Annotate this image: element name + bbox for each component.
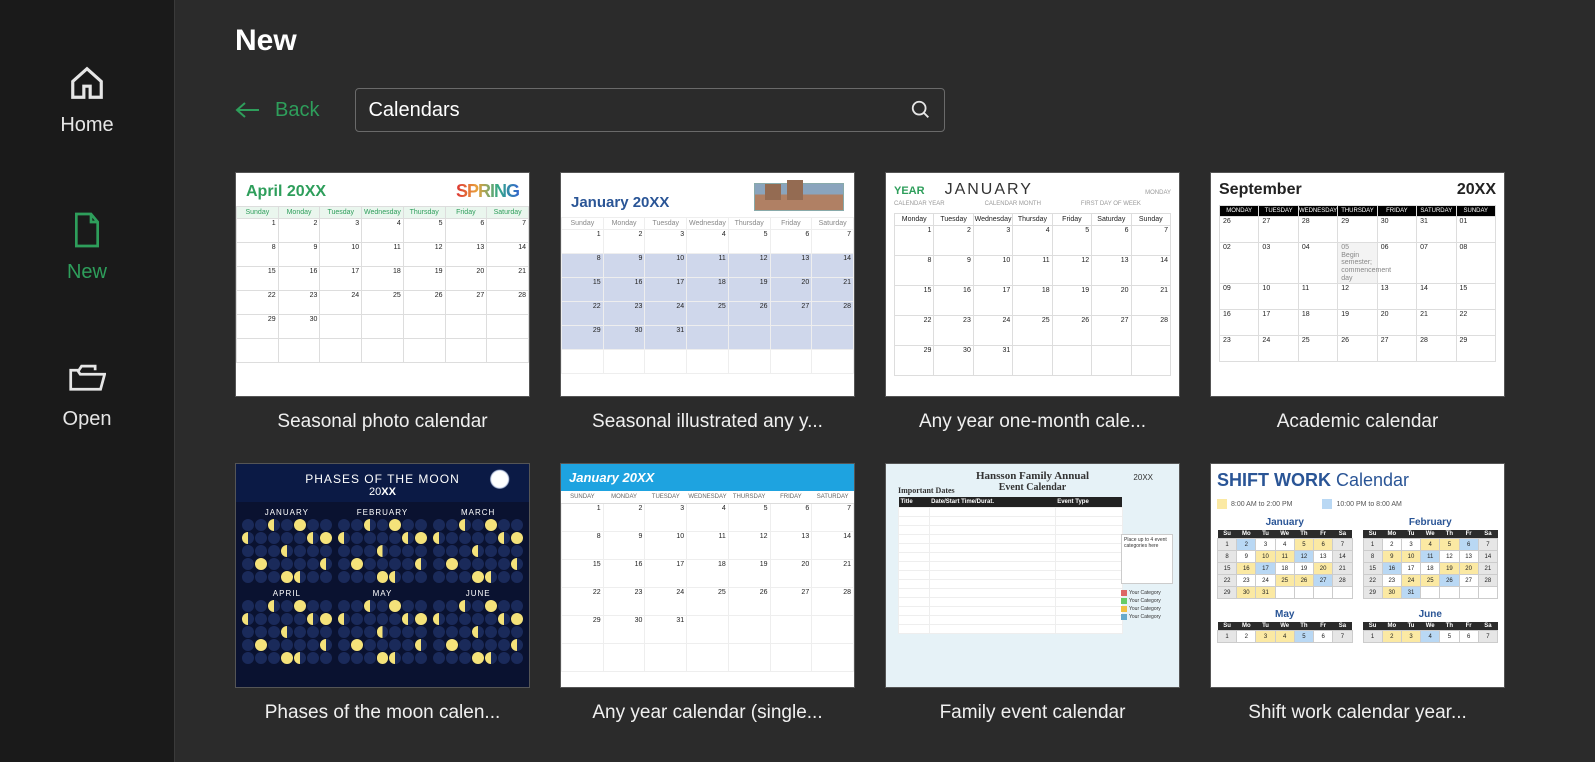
nav-open[interactable]: Open (0, 334, 174, 481)
back-label: Back (275, 99, 319, 122)
template-grid: April 20XX SPRING SundayMondayTuesdayWed… (235, 172, 1555, 724)
template-seasonal-illustrated[interactable]: January 20XX SundayMondayTuesdayWednesda… (560, 172, 855, 433)
town-illustration-icon (754, 183, 844, 211)
template-label: Any year one-month cale... (885, 411, 1180, 433)
sidebar: Home New Open (0, 0, 175, 762)
template-thumbnail: YEAR JANUARY MONDAY CALENDAR YEAR CALEND… (885, 172, 1180, 397)
template-any-year-one-month[interactable]: YEAR JANUARY MONDAY CALENDAR YEAR CALEND… (885, 172, 1180, 433)
template-label: Family event calendar (885, 702, 1180, 724)
template-academic[interactable]: September 20XX MONDAYTUESDAYWEDNESDAYTHU… (1210, 172, 1505, 433)
main-content: New Back (175, 0, 1595, 762)
page-title: New (235, 24, 1555, 58)
template-label: Any year calendar (single... (560, 702, 855, 724)
search-icon (910, 99, 932, 121)
template-thumbnail: January 20XX SundayMondayTuesdayWednesda… (560, 172, 855, 397)
nav-label: Home (60, 114, 113, 137)
template-thumbnail: September 20XX MONDAYTUESDAYWEDNESDAYTHU… (1210, 172, 1505, 397)
template-family-event[interactable]: Hansson Family Annual Event Calendar 20X… (885, 463, 1180, 724)
search-box (355, 88, 945, 132)
document-icon (68, 211, 106, 249)
nav-label: Open (63, 408, 112, 431)
back-button[interactable]: Back (235, 99, 319, 122)
template-shift-work[interactable]: SHIFT WORK Calendar 8:00 AM to 2:00 PM10… (1210, 463, 1505, 724)
template-label: Seasonal illustrated any y... (560, 411, 855, 433)
search-button[interactable] (910, 99, 932, 121)
nav-label: New (67, 261, 107, 284)
search-input[interactable] (368, 99, 910, 122)
arrow-left-icon (235, 101, 261, 119)
home-icon (68, 64, 106, 102)
template-label: Seasonal photo calendar (235, 411, 530, 433)
template-thumbnail: Hansson Family Annual Event Calendar 20X… (885, 463, 1180, 688)
template-any-year-single[interactable]: January 20XX SUNDAYMONDAYTUESDAYWEDNESDA… (560, 463, 855, 724)
template-phases-moon[interactable]: PHASES OF THE MOON 20XX JANUARYFEBRUARYM… (235, 463, 530, 724)
folder-open-icon (68, 358, 106, 396)
search-row: Back (235, 88, 1555, 132)
template-thumbnail: PHASES OF THE MOON 20XX JANUARYFEBRUARYM… (235, 463, 530, 688)
template-label: Shift work calendar year... (1210, 702, 1505, 724)
template-seasonal-photo[interactable]: April 20XX SPRING SundayMondayTuesdayWed… (235, 172, 530, 433)
template-label: Academic calendar (1210, 411, 1505, 433)
template-thumbnail: April 20XX SPRING SundayMondayTuesdayWed… (235, 172, 530, 397)
template-thumbnail: January 20XX SUNDAYMONDAYTUESDAYWEDNESDA… (560, 463, 855, 688)
template-label: Phases of the moon calen... (235, 702, 530, 724)
nav-home[interactable]: Home (0, 40, 174, 187)
template-thumbnail: SHIFT WORK Calendar 8:00 AM to 2:00 PM10… (1210, 463, 1505, 688)
nav-new[interactable]: New (0, 187, 174, 334)
